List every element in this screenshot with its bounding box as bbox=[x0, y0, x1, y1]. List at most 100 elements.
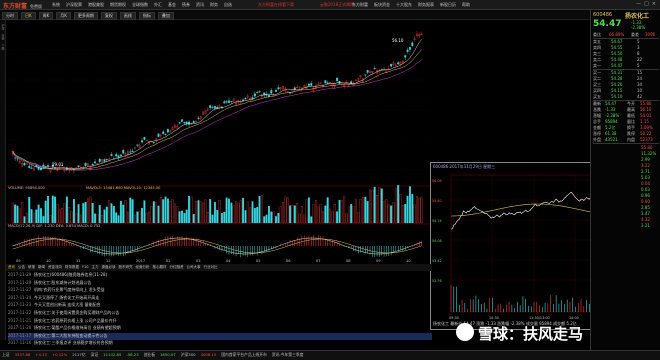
menu-item[interactable]: 自选 bbox=[224, 2, 232, 8]
row-volume: 10 bbox=[637, 88, 643, 93]
info-tab[interactable]: 资金流向 bbox=[48, 264, 62, 271]
left-bar-label[interactable]: 沪深 bbox=[1, 24, 5, 30]
menu-item[interactable]: 资讯 bbox=[196, 2, 204, 8]
row-value: 54.28 bbox=[611, 76, 623, 81]
top-right-item[interactable]: 十大股东 bbox=[396, 2, 412, 8]
news-title: 今天又是创出新高 连续大涨 量能配合 bbox=[34, 302, 101, 308]
period-tab[interactable]: 分时 bbox=[2, 12, 18, 20]
info-tab[interactable]: 主力 bbox=[91, 264, 98, 271]
candle bbox=[228, 100, 230, 103]
volume-bar bbox=[263, 216, 266, 224]
menu-item[interactable]: 期货期权 bbox=[110, 2, 126, 8]
volume-bar bbox=[267, 206, 270, 224]
news-item[interactable]: 2017-11-17 扬农化工:第二大股东持股变动提示性公告 bbox=[8, 332, 432, 340]
top-right-item[interactable]: 板块资金 bbox=[374, 2, 390, 8]
ticker-item: -58.23 bbox=[126, 352, 139, 357]
row-volume: 22 bbox=[637, 57, 643, 62]
top-ad-link-2[interactable]: 云聚2018正式揭牌 bbox=[320, 2, 354, 8]
top-right-item[interactable]: 东方财富 bbox=[352, 2, 368, 8]
menu-item[interactable]: 港股美股 bbox=[88, 2, 104, 8]
row-volume: 5 bbox=[637, 39, 640, 44]
period-tab[interactable]: 更多周期 bbox=[73, 12, 98, 20]
info-tab[interactable]: 研报 bbox=[28, 264, 35, 271]
candle bbox=[225, 101, 228, 103]
x-tick-label: 09 bbox=[16, 259, 21, 263]
period-tab[interactable]: 叠加 bbox=[157, 12, 174, 20]
intraday-x-label: 09:30 bbox=[449, 316, 459, 320]
info-tab[interactable]: 财务数据 bbox=[65, 264, 79, 271]
period-tab[interactable]: 复权 bbox=[100, 12, 117, 20]
row-value: 54.55 bbox=[611, 45, 623, 50]
info-tab[interactable]: 公司大事 bbox=[186, 264, 200, 271]
info-tab[interactable]: 经营分析 bbox=[135, 264, 149, 271]
close-icon[interactable]: × bbox=[652, 1, 656, 7]
volume-bar bbox=[82, 203, 85, 224]
menu-item[interactable]: 债券 bbox=[182, 2, 190, 8]
menu-item[interactable]: 外汇 bbox=[154, 2, 162, 8]
detail-row: 3.21 bbox=[593, 223, 659, 229]
info-tab[interactable]: 行业对比 bbox=[203, 264, 217, 271]
top-right-item[interactable]: 新股日历 bbox=[440, 2, 456, 8]
row-value: 54.50 bbox=[611, 51, 623, 56]
period-tab[interactable]: 指标 bbox=[138, 12, 155, 20]
news-item[interactable]: 2017-11-24 今天又涨停了 扬农化工开始高开高走 bbox=[8, 295, 432, 302]
intraday-y-label: 52.76 bbox=[432, 279, 442, 283]
maximize-icon[interactable]: □ bbox=[644, 1, 649, 7]
info-tab[interactable]: 新闻 bbox=[38, 264, 45, 271]
top-ad-link-1[interactable]: 东方财富在线看下载 bbox=[258, 2, 294, 8]
menu-item[interactable]: 财务 bbox=[210, 2, 218, 8]
left-bar-label[interactable]: 行情 bbox=[1, 34, 5, 40]
info-tab[interactable]: F10 bbox=[82, 264, 88, 271]
left-bar-label[interactable]: 个股 bbox=[1, 44, 5, 50]
menu-item[interactable]: 系统 bbox=[52, 2, 60, 8]
minimize-icon[interactable]: — bbox=[636, 1, 641, 7]
kline-chart[interactable]: VOLUME: 95894.000 MAVOL5: 15481.600 MAVO… bbox=[6, 20, 432, 264]
candle bbox=[164, 133, 167, 135]
row-value: 54.47 bbox=[611, 63, 623, 68]
news-item[interactable]: 2017-11-28 扬农化工:股东减持计划进展公告 bbox=[8, 280, 432, 287]
candle bbox=[129, 151, 132, 153]
candle bbox=[16, 158, 19, 160]
info-tab[interactable]: 操盘必读 bbox=[101, 264, 115, 271]
info-tab[interactable]: 股东研究 bbox=[118, 264, 132, 271]
candle bbox=[397, 62, 400, 65]
period-tab[interactable]: 画线 bbox=[119, 12, 136, 20]
candle bbox=[183, 121, 186, 124]
candle bbox=[366, 70, 369, 73]
candle bbox=[211, 106, 214, 108]
news-item[interactable]: 2017-11-23 今天又是创出新高 连续大涨 量能配合 bbox=[8, 302, 432, 309]
news-item[interactable]: 2017-11-22 扬农化工:关于使用闲置资金购买理财产品的公告 bbox=[8, 310, 432, 317]
app-logo: 东方财富 免费版 bbox=[3, 3, 43, 10]
menu-item[interactable]: 基金 bbox=[168, 2, 176, 8]
detail-value: 2.99 bbox=[641, 157, 650, 162]
top-right-item[interactable]: 帮助 bbox=[462, 2, 470, 8]
ticker-item: 上证 bbox=[2, 352, 10, 357]
period-tab[interactable]: 周K bbox=[38, 12, 54, 20]
period-tab[interactable]: 日K bbox=[21, 12, 36, 20]
news-item[interactable]: 2017-11-20 扬农化工:菊酯产品价格维持高位 业绩有望超预期 bbox=[8, 325, 432, 332]
period-tab[interactable]: 月K bbox=[56, 12, 71, 20]
news-item[interactable]: 2017-11-27 机构:农药行业景气度持续向上 龙头受益 bbox=[8, 287, 432, 294]
news-item[interactable]: 2017-11-16 扬农化工:三季报点评 业绩稳步增长符合预期 bbox=[8, 340, 432, 347]
info-tab[interactable]: 核心题材 bbox=[152, 264, 166, 271]
menu-item[interactable]: 沪深股票 bbox=[66, 2, 82, 8]
stat-value: 43521 bbox=[605, 137, 618, 142]
info-tab[interactable]: 资讯 bbox=[8, 264, 15, 271]
candle bbox=[197, 117, 200, 120]
news-item[interactable]: 2017-11-21 扬农化工:农药原药价格上涨 公司产品量价齐升 bbox=[8, 318, 432, 325]
volume-bar bbox=[178, 211, 181, 224]
top-right-item[interactable]: 财务报表 bbox=[418, 2, 434, 8]
menu-item[interactable]: 全球指数 bbox=[132, 2, 148, 8]
candle bbox=[166, 129, 169, 133]
candle bbox=[110, 154, 113, 156]
volume-bar bbox=[230, 202, 233, 224]
candle bbox=[275, 89, 277, 92]
volume-bar bbox=[105, 206, 108, 224]
news-date: 2017-11-22 bbox=[8, 310, 32, 315]
volume-bar bbox=[251, 201, 254, 224]
news-item[interactable]: 2017-11-29 扬农化工(600486)融资融券信息(11-28) bbox=[8, 272, 432, 279]
volume-bar bbox=[256, 207, 259, 224]
watermark: 雪球：扶风走马 bbox=[478, 325, 584, 343]
info-tab[interactable]: 分红融资 bbox=[169, 264, 183, 271]
info-tab[interactable]: 公告 bbox=[18, 264, 25, 271]
